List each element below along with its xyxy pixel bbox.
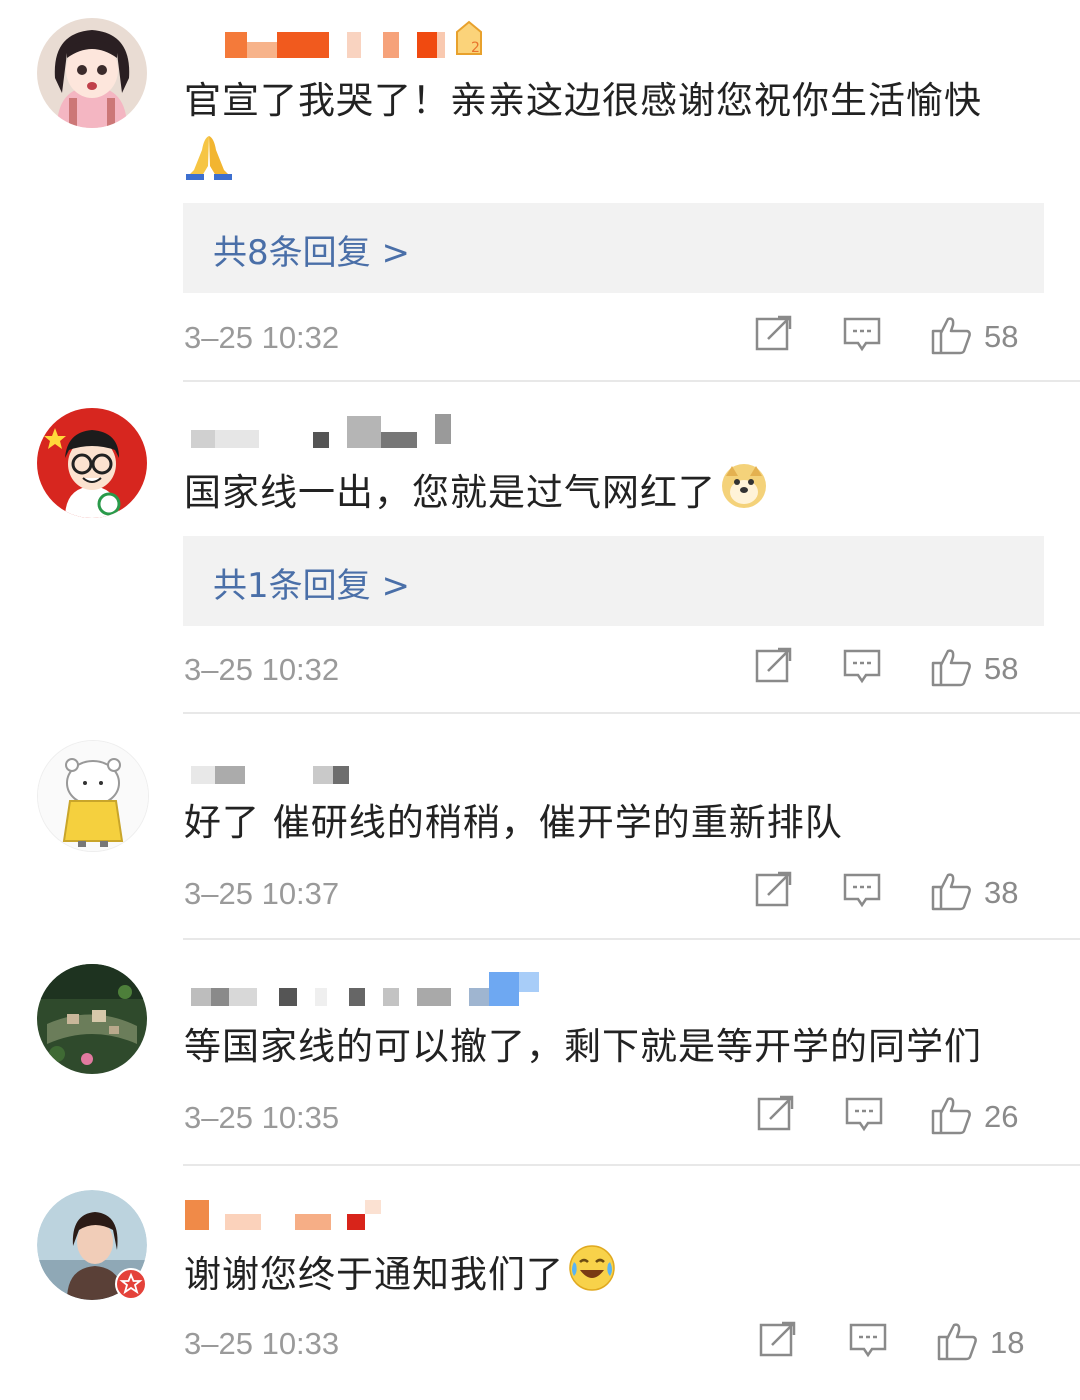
user-avatar[interactable] bbox=[37, 740, 149, 852]
comment-text-content: 等国家线的可以撤了，剩下就是等开学的同学们 bbox=[184, 1025, 982, 1068]
pray-emoji-icon bbox=[184, 130, 234, 197]
comment-item: 谢谢您终于通知我们了 3–25 10:33 18 bbox=[0, 1166, 1080, 1400]
comment-icon[interactable] bbox=[842, 869, 882, 909]
comment-icon[interactable] bbox=[844, 1093, 884, 1133]
thumbs-up-icon[interactable] bbox=[930, 645, 974, 689]
user-avatar[interactable] bbox=[37, 408, 147, 518]
replies-link[interactable]: 共8条回复 > bbox=[183, 203, 1044, 293]
comment-item: 好了 催研线的稍稍，催开学的重新排队 3–25 10:37 38 bbox=[0, 714, 1080, 940]
like-count: 58 bbox=[984, 319, 1019, 354]
user-avatar[interactable] bbox=[37, 964, 147, 1074]
comment-text: 等国家线的可以撤了，剩下就是等开学的同学们 bbox=[184, 1018, 1034, 1076]
like-count: 58 bbox=[984, 651, 1019, 686]
comment-text-content: 官宣了我哭了！亲亲这边很感谢您祝你生活愉快 bbox=[184, 79, 982, 122]
user-avatar[interactable] bbox=[37, 1190, 147, 1300]
comment-text-content: 国家线一出，您就是过气网红了 bbox=[184, 471, 716, 514]
comment-item: 国家线一出，您就是过气网红了 共1条回复 > 3–25 10:32 58 bbox=[0, 382, 1080, 714]
comment-actions: 26 bbox=[744, 1093, 1044, 1143]
username-redacted[interactable] bbox=[185, 756, 485, 790]
level-badge-icon: 2 bbox=[456, 20, 482, 56]
username-redacted[interactable] bbox=[185, 414, 485, 454]
comment-text-content: 谢谢您终于通知我们了 bbox=[184, 1253, 564, 1296]
comment-timestamp: 3–25 10:33 bbox=[184, 1326, 340, 1361]
thumbs-up-icon[interactable] bbox=[930, 313, 974, 357]
username-redacted[interactable]: 2 bbox=[185, 20, 485, 66]
comment-actions: 58 bbox=[744, 313, 1044, 363]
comment-text: 谢谢您终于通知我们了 bbox=[184, 1244, 1034, 1309]
doge-emoji-icon bbox=[720, 462, 768, 527]
comment-actions: 58 bbox=[744, 645, 1044, 695]
share-icon[interactable] bbox=[754, 645, 794, 685]
user-avatar[interactable] bbox=[37, 18, 147, 128]
share-icon[interactable] bbox=[756, 1093, 796, 1133]
comment-item: 等国家线的可以撤了，剩下就是等开学的同学们 3–25 10:35 26 bbox=[0, 940, 1080, 1166]
replies-count-label: 共1条回复 > bbox=[213, 566, 410, 606]
comment-icon[interactable] bbox=[842, 313, 882, 353]
replies-link[interactable]: 共1条回复 > bbox=[183, 536, 1044, 626]
comment-timestamp: 3–25 10:32 bbox=[184, 652, 340, 687]
comment-timestamp: 3–25 10:32 bbox=[184, 320, 340, 355]
comment-actions: 18 bbox=[744, 1319, 1044, 1369]
share-icon[interactable] bbox=[758, 1319, 798, 1359]
comment-timestamp: 3–25 10:37 bbox=[184, 876, 340, 911]
comment-text: 好了 催研线的稍稍，催开学的重新排队 bbox=[184, 794, 1034, 852]
comment-text: 国家线一出，您就是过气网红了 bbox=[184, 462, 1034, 527]
thumbs-up-icon[interactable] bbox=[930, 1093, 974, 1137]
comment-timestamp: 3–25 10:35 bbox=[184, 1100, 340, 1135]
replies-count-label: 共8条回复 > bbox=[213, 233, 410, 273]
username-redacted[interactable] bbox=[185, 1200, 485, 1234]
like-count: 18 bbox=[990, 1325, 1025, 1360]
comment-item: 2 官宣了我哭了！亲亲这边很感谢您祝你生活愉快 共8条回复 > 3–25 10:… bbox=[0, 0, 1080, 382]
comment-text-content: 好了 催研线的稍稍，催开学的重新排队 bbox=[184, 801, 843, 844]
comment-actions: 38 bbox=[744, 869, 1044, 919]
comment-icon[interactable] bbox=[842, 645, 882, 685]
svg-text:2: 2 bbox=[471, 40, 480, 56]
thumbs-up-icon[interactable] bbox=[936, 1319, 980, 1363]
share-icon[interactable] bbox=[754, 313, 794, 353]
laugh-cry-emoji-icon bbox=[568, 1244, 616, 1309]
comment-icon[interactable] bbox=[848, 1319, 888, 1359]
share-icon[interactable] bbox=[754, 869, 794, 909]
username-redacted[interactable] bbox=[185, 972, 545, 1006]
like-count: 26 bbox=[984, 1099, 1019, 1134]
verified-badge-icon bbox=[115, 1268, 147, 1300]
like-count: 38 bbox=[984, 875, 1019, 910]
thumbs-up-icon[interactable] bbox=[930, 869, 974, 913]
comment-text: 官宣了我哭了！亲亲这边很感谢您祝你生活愉快 bbox=[184, 72, 1034, 197]
